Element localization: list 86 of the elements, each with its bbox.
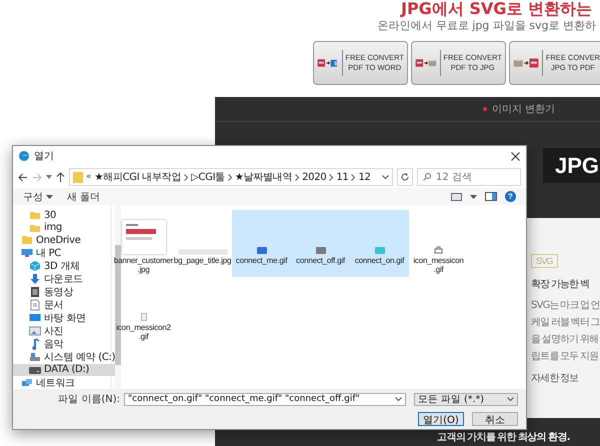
dialog-button[interactable]: 열기(O) bbox=[418, 412, 464, 426]
more-info-link[interactable]: 자세한 정보 bbox=[531, 371, 578, 385]
picture-icon bbox=[29, 325, 41, 337]
file-item[interactable]: bg_page_title.jpg bbox=[173, 210, 232, 277]
organize-button[interactable]: 구성 bbox=[23, 190, 53, 204]
page-subtitle: 온라인에서 무료로 jpg 파일을 svg로 변환하 bbox=[377, 19, 596, 33]
close-icon[interactable] bbox=[511, 152, 520, 160]
up-icon[interactable] bbox=[56, 172, 65, 182]
nav-item[interactable]: 시스템 예약 (C:) bbox=[13, 350, 116, 364]
help-button[interactable]: ? bbox=[505, 191, 516, 202]
nav-item[interactable]: 동영상 bbox=[13, 286, 116, 298]
format-heading: JPG bbox=[543, 148, 600, 183]
address-bar[interactable]: « ★해피CGI 내부작업 ▷CGI툴 ★날짜별내역 2020 11 12 bbox=[69, 168, 393, 186]
breadcrumb-item[interactable]: ▷CGI툴 bbox=[191, 170, 225, 184]
breadcrumb-item[interactable]: ★해피CGI 내부작업 bbox=[94, 170, 182, 184]
file-name-label: 파일 이름(N): bbox=[58, 393, 120, 406]
chevron-down-icon bbox=[395, 397, 402, 401]
folder-icon bbox=[29, 209, 41, 222]
nav-item[interactable]: 30 bbox=[13, 209, 116, 222]
pc-icon bbox=[21, 247, 33, 259]
file-item[interactable]: icon_messicon2.gif bbox=[114, 277, 173, 344]
caret-icon[interactable] bbox=[46, 175, 52, 179]
search-icon bbox=[423, 173, 431, 181]
caret-icon bbox=[46, 194, 53, 198]
system-drive-icon bbox=[29, 351, 41, 363]
chevron-icon bbox=[329, 174, 334, 180]
file-type-dropdown[interactable]: 모든 파일 (*.*) bbox=[414, 392, 518, 406]
file-item[interactable]: connect_off.gif bbox=[291, 210, 350, 277]
file-item[interactable]: connect_on.gif bbox=[350, 210, 409, 277]
nav-item[interactable]: 내 PC bbox=[13, 246, 116, 260]
cube-icon bbox=[29, 260, 41, 272]
dialog-title: 열기 bbox=[34, 150, 54, 163]
refresh-button[interactable] bbox=[397, 168, 413, 186]
download-icon bbox=[29, 273, 41, 285]
preview-pane-icon[interactable] bbox=[485, 192, 497, 201]
image-thumbnail bbox=[122, 220, 166, 254]
nav-item[interactable]: OneDrive bbox=[13, 234, 116, 246]
breadcrumb-item[interactable]: 12 bbox=[358, 172, 371, 182]
chevron-icon bbox=[228, 174, 232, 180]
breadcrumb-item[interactable]: ★날짜별내역 bbox=[234, 170, 292, 184]
chevron-icon bbox=[351, 174, 356, 180]
breadcrumb-text: 이미지 변환기 bbox=[492, 103, 556, 116]
chevron-icon bbox=[295, 174, 300, 180]
overflow-crumb[interactable]: « bbox=[86, 172, 92, 182]
nav-item[interactable]: 사진 bbox=[13, 324, 116, 338]
dialog-button[interactable]: 취소 bbox=[472, 412, 518, 426]
nav-item[interactable]: 문서 bbox=[13, 298, 116, 312]
chevron-icon bbox=[184, 174, 188, 180]
caret-icon bbox=[470, 194, 477, 198]
search-field[interactable]: 12 검색 bbox=[417, 168, 521, 186]
video-icon bbox=[29, 286, 41, 298]
dot-icon bbox=[483, 107, 487, 111]
refresh-icon bbox=[401, 173, 409, 181]
chevron-down-icon[interactable] bbox=[382, 175, 389, 179]
nav-item[interactable]: DATA (D:) bbox=[13, 364, 116, 376]
nav-item[interactable]: img bbox=[13, 222, 116, 234]
view-icon[interactable] bbox=[451, 192, 462, 200]
file-item[interactable]: icon_messicon.gif bbox=[409, 210, 468, 277]
description-line: 립트를 모두 지원 bbox=[531, 350, 600, 364]
nav-item[interactable]: 네트워크 bbox=[13, 376, 116, 389]
breadcrumb-item[interactable]: 2020 bbox=[302, 172, 326, 182]
desktop-icon bbox=[29, 312, 41, 324]
chevron-down-icon bbox=[507, 397, 514, 401]
network-icon bbox=[21, 376, 33, 388]
folder-icon bbox=[73, 172, 83, 182]
card-heading: 확장 가능한 벡 bbox=[531, 278, 589, 291]
nav-item[interactable]: 다운로드 bbox=[13, 272, 116, 286]
format-tag: SVG bbox=[531, 254, 558, 268]
nav-item[interactable]: 음악 bbox=[13, 338, 116, 350]
description-line: SVG는 마크 업 언 bbox=[531, 299, 600, 313]
breadcrumb-item[interactable]: 11 bbox=[336, 172, 348, 182]
new-folder-button[interactable]: 새 폴더 bbox=[67, 190, 100, 204]
footer-text: 고객의 가치를 위한 최상의 환경. bbox=[437, 431, 570, 444]
gif-icon bbox=[140, 313, 146, 321]
file-item[interactable]: banner_customer.jpg bbox=[114, 210, 173, 277]
document-icon bbox=[29, 299, 41, 311]
file-item[interactable]: connect_me.gif bbox=[232, 210, 291, 277]
back-icon[interactable] bbox=[18, 172, 28, 182]
page-title: JPG에서 SVG로 변환하는 bbox=[401, 0, 592, 18]
browser-icon bbox=[19, 151, 29, 161]
nav-item[interactable]: 바탕 화면 bbox=[13, 312, 116, 324]
description-line: 을 설명하기 위해 bbox=[531, 333, 600, 347]
nav-item[interactable]: 3D 개체 bbox=[13, 260, 116, 272]
description-line: 케일 러블 벡터 그 bbox=[531, 316, 600, 330]
file-name-field[interactable]: "connect_on.gif" "connect_me.gif" "connect_off.gif" bbox=[124, 392, 406, 406]
gif-icon bbox=[434, 246, 443, 254]
